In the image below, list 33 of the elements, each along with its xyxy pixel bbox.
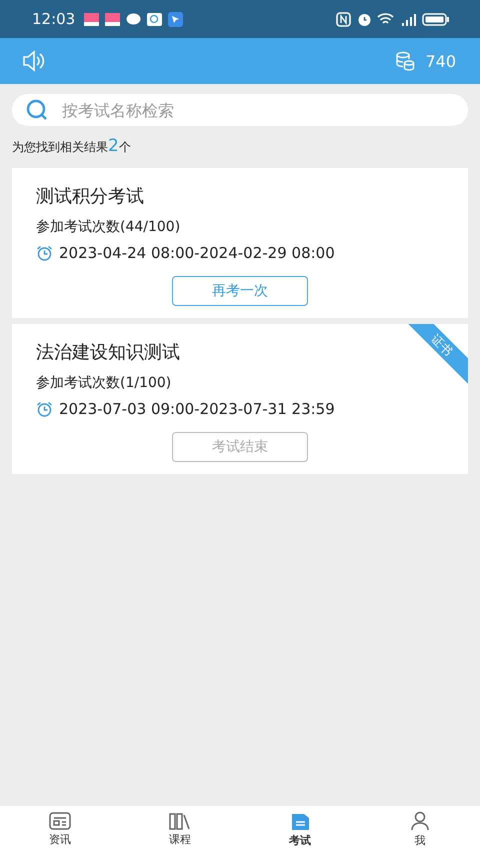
message-icon	[146, 10, 164, 28]
speaker-icon[interactable]	[22, 50, 46, 72]
news-icon	[49, 812, 71, 830]
tab[interactable]: 考试	[240, 806, 360, 853]
alarm-clock-icon	[36, 400, 53, 418]
coins-icon	[395, 51, 416, 71]
app-notification-icon	[104, 10, 122, 28]
attempt-count: 参加考试次数(44/100)	[36, 218, 182, 236]
tab[interactable]: 课程	[120, 806, 240, 853]
tab[interactable]: 资讯	[0, 806, 120, 853]
chat-bubble-icon	[125, 10, 142, 28]
clock-time: 12:03	[32, 10, 76, 28]
exam-title: 法治建设知识测试	[36, 341, 180, 364]
app-notification-icon	[83, 10, 100, 28]
search-input[interactable]: 按考试名称检索	[60, 100, 454, 120]
exam-period: 2023-04-24 08:00-2024-02-29 08:00	[59, 244, 335, 262]
nfc-icon	[335, 10, 352, 28]
exam-title: 测试积分考试	[36, 185, 144, 208]
coin-balance: 740	[425, 52, 456, 70]
result-unit: 个	[118, 139, 131, 156]
app-notification-icon	[167, 10, 184, 28]
search-icon	[26, 99, 48, 121]
exam-period: 2023-07-03 09:00-2023-07-31 23:59	[59, 400, 335, 418]
books-icon	[169, 812, 191, 830]
alarm-clock-icon	[36, 244, 53, 262]
document-icon	[289, 811, 311, 831]
battery-icon	[422, 10, 450, 28]
result-count: 2	[108, 136, 119, 156]
result-summary: 为您找到相关结果	[12, 139, 108, 156]
person-icon	[410, 811, 430, 831]
attempt-count: 参加考试次数(1/100)	[36, 374, 172, 392]
search-field[interactable]: 按考试名称检索	[12, 94, 468, 126]
tab[interactable]: 我	[360, 806, 480, 853]
